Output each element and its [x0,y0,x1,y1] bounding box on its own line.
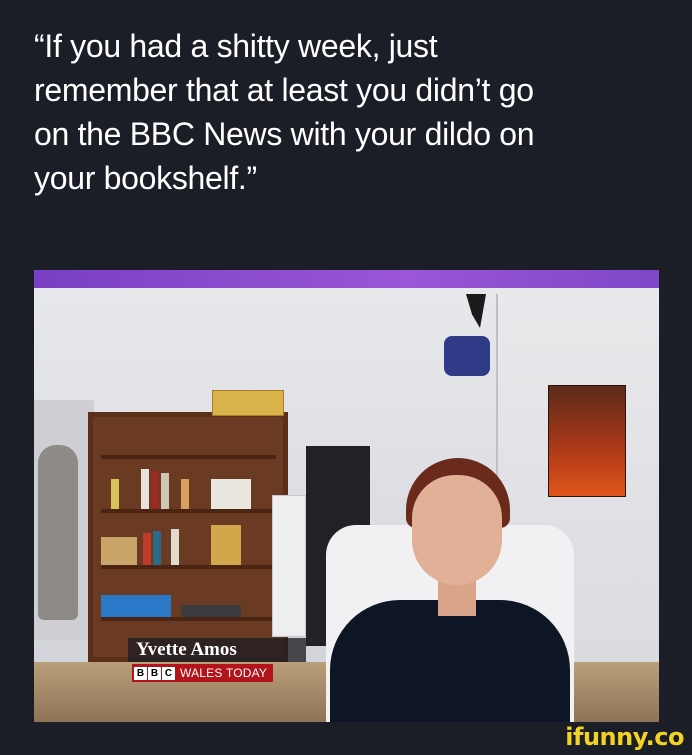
shelf-books [101,575,276,617]
purple-top-bar [34,270,659,288]
shelf-books [101,465,276,509]
wall-poster [548,385,626,497]
quote-line: remember that at least you didn’t go [34,72,534,108]
hanging-coat [38,445,78,620]
shelf-plank [101,509,276,513]
ifunny-watermark: ifunny.co [565,723,684,751]
shelf-plank [101,617,276,621]
presenter-face [412,475,502,585]
shelf-plank [101,565,276,569]
blue-roll-object [444,336,490,376]
bbc-logo-letter: C [162,666,175,680]
white-storage-unit [272,495,306,637]
bbc-logo-letter: B [148,666,161,680]
presenter-shirt [330,600,570,722]
shelf-books [101,519,276,565]
quote-text: “If you had a shitty week, just remember… [34,24,664,200]
bbc-logo-letter: B [134,666,147,680]
game-box [212,390,284,416]
name-caption: Yvette Amos [128,638,306,662]
quote-line: your bookshelf.” [34,160,257,196]
program-name: WALES TODAY [180,666,268,680]
news-screenshot: Yvette Amos B B C WALES TODAY [34,270,659,722]
quote-line: on the BBC News with your dildo on [34,116,535,152]
bookshelf [88,412,288,662]
program-strap: B B C WALES TODAY [132,664,274,682]
quote-line: “If you had a shitty week, just [34,28,438,64]
shelf-plank [101,455,276,459]
